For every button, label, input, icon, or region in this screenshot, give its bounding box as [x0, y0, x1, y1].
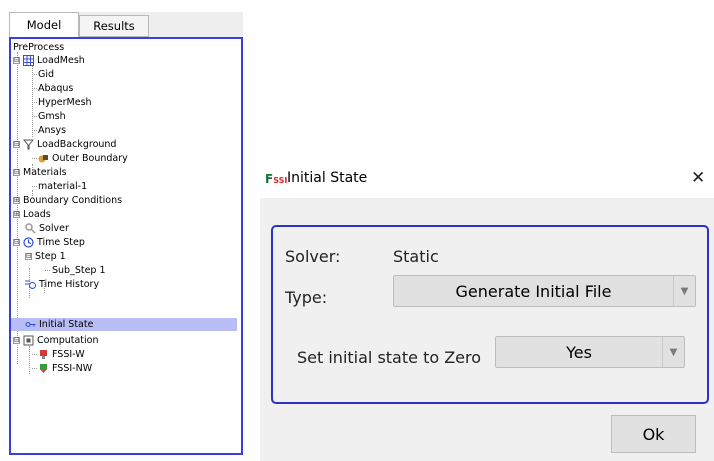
tree-item-mesh-hypermesh[interactable]: HyperMesh: [32, 96, 92, 109]
solver-icon: [25, 223, 36, 234]
tree-item-boundary-conditions[interactable]: ⊞ Boundary Conditions: [13, 194, 122, 207]
tree-item-materials[interactable]: ⊟ Materials: [13, 166, 67, 179]
tree-guide-line: [29, 346, 30, 374]
tab-results[interactable]: Results: [79, 15, 149, 37]
expand-icon[interactable]: ⊞: [13, 197, 20, 204]
tree-item-loadmesh[interactable]: ⊟ LoadMesh: [13, 54, 85, 67]
tab-model[interactable]: Model: [9, 12, 79, 37]
tree-item-mesh-gmsh[interactable]: Gmsh: [32, 110, 66, 123]
zero-label: Set initial state to Zero: [297, 348, 482, 367]
solver-value: Static: [393, 247, 439, 266]
zero-dropdown-value: Yes: [566, 342, 592, 362]
grid-mesh-icon: [23, 55, 34, 66]
tree-item-time-step[interactable]: ⊟ Time Step: [13, 236, 85, 249]
tree-item-fssi-nw[interactable]: FSSI-NW: [32, 362, 92, 375]
panel-tabbar: Model Results: [9, 12, 243, 37]
tree-item-mesh-gid[interactable]: Gid: [32, 68, 54, 81]
tree-item-step-1[interactable]: ⊟ Step 1: [25, 250, 66, 263]
tree-item-computation[interactable]: ⊟ Computation: [13, 334, 99, 347]
tree-item-fssi-w[interactable]: FSSI-W: [32, 348, 85, 361]
dialog-title: Initial State: [287, 170, 368, 186]
collapse-icon[interactable]: ⊟: [13, 169, 20, 176]
type-dropdown-value: Generate Initial File: [455, 281, 612, 301]
settings-group: Solver: Static Type: Generate Initial Fi…: [271, 225, 709, 404]
close-icon[interactable]: ✕: [691, 168, 705, 188]
chevron-down-icon[interactable]: ▼: [673, 276, 695, 306]
tree-item-mesh-abaqus[interactable]: Abaqus: [32, 82, 73, 95]
tree-item-preprocess[interactable]: PreProcess: [13, 41, 64, 54]
clock-icon: [23, 237, 34, 248]
tree-item-loadbackground[interactable]: ⊟ LoadBackground: [13, 138, 116, 151]
computation-icon: [23, 335, 34, 346]
chevron-down-icon[interactable]: ▼: [662, 337, 684, 367]
key-icon: [25, 319, 36, 330]
tree-item-initial-state[interactable]: Initial State: [11, 318, 237, 331]
solver-label: Solver:: [285, 247, 341, 266]
collapse-icon[interactable]: ⊟: [13, 57, 20, 64]
type-dropdown[interactable]: Generate Initial File ▼: [393, 275, 696, 307]
model-tree[interactable]: PreProcess ⊟ LoadMesh Gid Abaqus HyperMe…: [9, 37, 243, 455]
zero-dropdown[interactable]: Yes ▼: [495, 336, 685, 368]
fssi-nw-icon: [38, 363, 49, 374]
tree-item-time-history[interactable]: Time History: [25, 278, 99, 291]
tree-item-mesh-ansys[interactable]: Ansys: [32, 124, 66, 137]
tree-item-sub-step-1[interactable]: Sub_Step 1: [45, 264, 106, 277]
initial-state-dialog: FSSI Initial State ✕ Solver: Static Type…: [260, 160, 714, 461]
ok-button[interactable]: Ok: [611, 415, 696, 453]
tree-item-loads[interactable]: ⊞ Loads: [13, 208, 51, 221]
boundary-icon: [38, 153, 49, 164]
fssi-w-icon: [38, 349, 49, 360]
fssi-logo-icon: FSSI: [265, 172, 288, 186]
tree-item-outer-boundary[interactable]: Outer Boundary: [32, 152, 128, 165]
collapse-icon[interactable]: ⊟: [25, 253, 32, 260]
collapse-icon[interactable]: ⊟: [13, 337, 20, 344]
tree-item-solver[interactable]: Solver: [25, 222, 69, 235]
time-history-icon: [25, 279, 36, 290]
expand-icon[interactable]: ⊞: [13, 211, 20, 218]
collapse-icon[interactable]: ⊟: [13, 239, 20, 246]
type-label: Type:: [285, 288, 328, 307]
funnel-icon: [22, 139, 35, 150]
collapse-icon[interactable]: ⊟: [13, 141, 20, 148]
dialog-titlebar[interactable]: FSSI Initial State ✕: [260, 160, 714, 198]
tree-item-material-1[interactable]: material-1: [32, 180, 87, 193]
